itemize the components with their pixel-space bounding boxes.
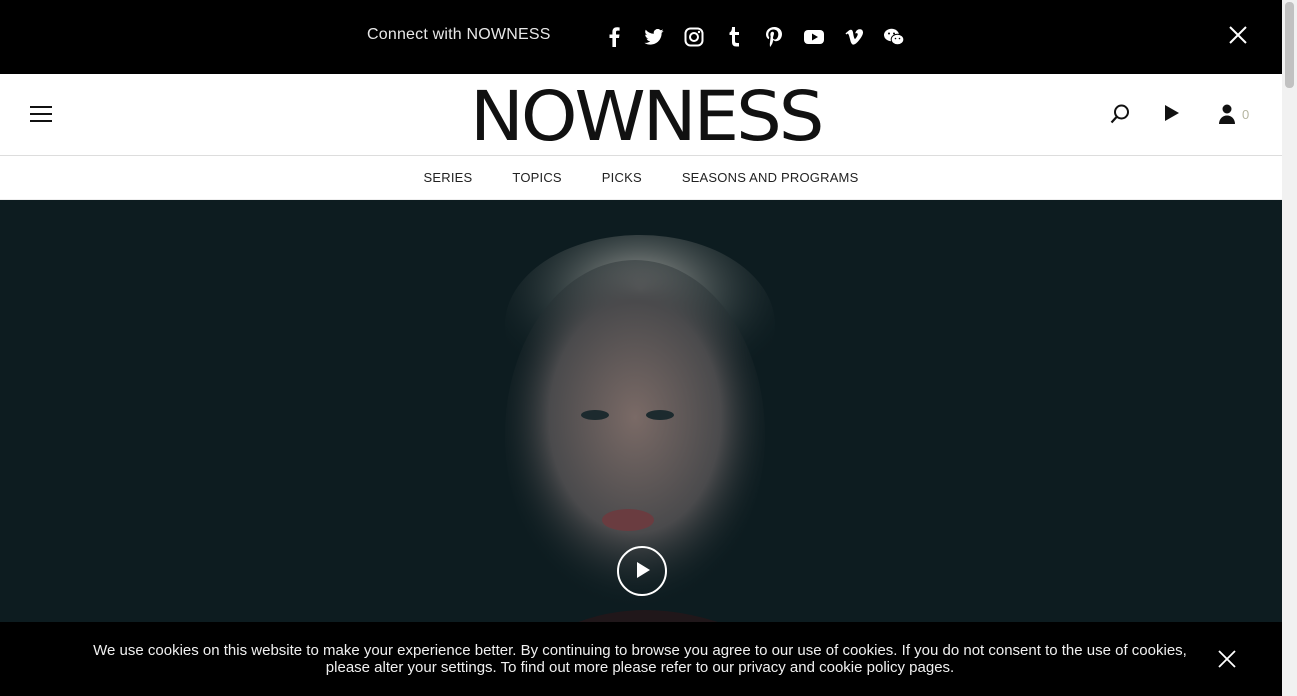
twitter-icon[interactable] — [643, 24, 665, 50]
watch-button[interactable] — [1164, 104, 1182, 124]
menu-icon-line — [30, 113, 52, 115]
hero-play-button[interactable] — [617, 546, 667, 596]
play-icon — [637, 562, 650, 578]
connect-text: Connect with NOWNESS — [367, 26, 551, 43]
play-icon — [1165, 105, 1179, 121]
close-cookie-banner-button[interactable] — [1217, 649, 1237, 669]
social-bar: Connect with NOWNESS — [0, 0, 1282, 74]
site-logo[interactable]: NOWNESS — [470, 80, 824, 152]
search-button[interactable] — [1110, 104, 1130, 124]
cookie-message: We use cookies on this website to make y… — [93, 642, 1187, 676]
menu-icon-line — [30, 120, 52, 122]
scrollbar-thumb[interactable] — [1285, 2, 1294, 88]
menu-button[interactable] — [30, 106, 52, 124]
page-scrollbar[interactable] — [1282, 0, 1297, 696]
close-social-bar-button[interactable] — [1227, 24, 1249, 48]
instagram-icon[interactable] — [683, 24, 705, 50]
search-icon — [1110, 104, 1129, 124]
main-nav: SERIES TOPICS PICKS SEASONS AND PROGRAMS — [0, 156, 1282, 200]
nav-item-seasons-and-programs[interactable]: SEASONS AND PROGRAMS — [682, 170, 859, 185]
pinterest-icon[interactable] — [763, 24, 785, 50]
tumblr-icon[interactable] — [723, 24, 745, 50]
wechat-icon[interactable] — [883, 24, 905, 50]
user-icon — [1219, 104, 1235, 124]
youtube-icon[interactable] — [803, 24, 825, 50]
facebook-icon[interactable] — [603, 24, 625, 50]
vimeo-icon[interactable] — [843, 24, 865, 50]
nav-item-series[interactable]: SERIES — [424, 170, 473, 185]
header-actions: 0 — [1110, 104, 1249, 124]
user-count: 0 — [1242, 106, 1250, 122]
account-button[interactable] — [1218, 104, 1236, 124]
nav-item-topics[interactable]: TOPICS — [512, 170, 561, 185]
nav-item-picks[interactable]: PICKS — [602, 170, 642, 185]
site-header: NOWNESS 0 — [0, 74, 1282, 156]
social-icons — [603, 24, 905, 50]
close-icon — [1218, 650, 1236, 668]
menu-icon — [30, 106, 52, 108]
cookie-banner: We use cookies on this website to make y… — [0, 622, 1282, 696]
close-icon — [1229, 26, 1247, 44]
